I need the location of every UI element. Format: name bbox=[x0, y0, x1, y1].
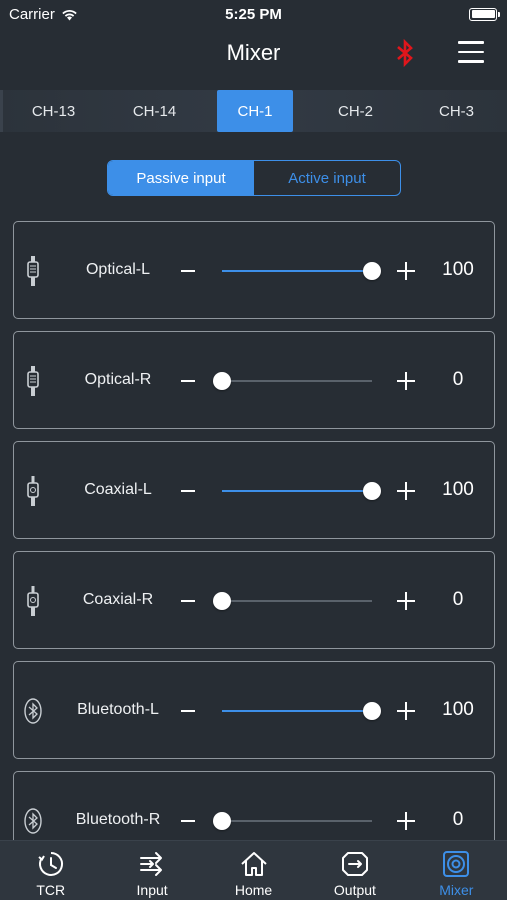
carrier-label: Carrier bbox=[9, 5, 55, 23]
level-value: 0 bbox=[452, 369, 464, 390]
level-slider[interactable] bbox=[222, 380, 372, 382]
channel-tab-ch2[interactable]: CH-2 bbox=[305, 90, 406, 132]
battery-icon bbox=[469, 7, 500, 21]
source-card-optical-r: Optical-R 0 bbox=[13, 331, 495, 429]
passive-input-tab[interactable]: Passive input bbox=[108, 161, 254, 195]
coaxial-plug-icon bbox=[27, 476, 39, 506]
level-value: 0 bbox=[452, 589, 464, 610]
coaxial-plug-icon bbox=[27, 586, 39, 616]
slider-thumb[interactable] bbox=[213, 372, 231, 390]
slider-thumb[interactable] bbox=[213, 592, 231, 610]
increase-button[interactable] bbox=[395, 479, 417, 503]
decrease-button[interactable] bbox=[177, 805, 199, 837]
channel-selector: CH-13 CH-14 CH-1 CH-2 CH-3 bbox=[0, 90, 507, 132]
tab-label: Input bbox=[136, 882, 168, 898]
source-card-bluetooth-l: Bluetooth-L 100 bbox=[13, 661, 495, 759]
input-mode-toggle: Passive input Active input bbox=[107, 160, 401, 196]
decrease-button[interactable] bbox=[177, 365, 199, 397]
status-bar: Carrier 5:25 PM bbox=[0, 0, 507, 28]
channel-tab-ch1[interactable]: CH-1 bbox=[217, 90, 293, 132]
channel-tab-ch14[interactable]: CH-14 bbox=[104, 90, 205, 132]
channel-tab-ch13[interactable]: CH-13 bbox=[3, 90, 104, 132]
tab-tcr[interactable]: TCR bbox=[0, 841, 101, 900]
page-title: Mixer bbox=[226, 40, 281, 65]
bluetooth-icon bbox=[24, 698, 42, 724]
decrease-button[interactable] bbox=[177, 695, 199, 727]
tab-label: Home bbox=[234, 882, 273, 898]
source-card-optical-l: Optical-L 100 bbox=[13, 221, 495, 319]
level-value: 100 bbox=[442, 699, 474, 720]
tab-mixer[interactable]: Mixer bbox=[406, 841, 507, 900]
source-label: Optical-R bbox=[84, 371, 152, 388]
level-value: 100 bbox=[442, 479, 474, 500]
level-slider[interactable] bbox=[222, 490, 372, 492]
tab-home[interactable]: Home bbox=[203, 841, 304, 900]
menu-icon[interactable] bbox=[458, 41, 484, 65]
active-input-tab[interactable]: Active input bbox=[254, 161, 400, 195]
slider-thumb[interactable] bbox=[213, 812, 231, 830]
header: Mixer bbox=[0, 28, 507, 78]
increase-button[interactable] bbox=[395, 369, 417, 393]
increase-button[interactable] bbox=[395, 809, 417, 833]
slider-thumb[interactable] bbox=[363, 482, 381, 500]
source-card-coaxial-r: Coaxial-R 0 bbox=[13, 551, 495, 649]
home-icon bbox=[240, 852, 267, 876]
source-label: Bluetooth-R bbox=[75, 811, 161, 828]
source-label: Bluetooth-L bbox=[77, 701, 159, 718]
level-slider[interactable] bbox=[222, 710, 372, 712]
source-label: Coaxial-R bbox=[82, 591, 154, 608]
level-slider[interactable] bbox=[222, 600, 372, 602]
slider-thumb[interactable] bbox=[363, 262, 381, 280]
slider-thumb[interactable] bbox=[363, 702, 381, 720]
decrease-button[interactable] bbox=[177, 585, 199, 617]
bottom-tab-bar: TCR Input Home Output Mixer bbox=[0, 840, 507, 900]
optical-plug-icon bbox=[27, 256, 39, 286]
bluetooth-icon bbox=[24, 808, 42, 834]
decrease-button[interactable] bbox=[177, 475, 199, 507]
mixer-icon bbox=[443, 851, 470, 877]
increase-button[interactable] bbox=[395, 589, 417, 613]
bluetooth-icon[interactable] bbox=[394, 39, 416, 67]
tab-input[interactable]: Input bbox=[101, 841, 202, 900]
tab-label: Output bbox=[333, 882, 376, 898]
input-arrows-icon bbox=[140, 852, 163, 876]
decrease-button[interactable] bbox=[177, 255, 199, 287]
source-label: Optical-L bbox=[85, 261, 151, 278]
tab-label: Mixer bbox=[439, 882, 474, 898]
source-card-coaxial-l: Coaxial-L 100 bbox=[13, 441, 495, 539]
level-slider[interactable] bbox=[222, 820, 372, 822]
level-value: 100 bbox=[442, 259, 474, 280]
output-icon bbox=[341, 852, 368, 876]
status-left: Carrier bbox=[9, 6, 78, 23]
level-value: 0 bbox=[452, 809, 464, 830]
channel-tab-ch3[interactable]: CH-3 bbox=[406, 90, 507, 132]
increase-button[interactable] bbox=[395, 699, 417, 723]
source-label: Coaxial-L bbox=[84, 481, 152, 498]
clock-icon bbox=[38, 852, 63, 876]
tab-output[interactable]: Output bbox=[304, 841, 405, 900]
increase-button[interactable] bbox=[395, 259, 417, 283]
level-slider[interactable] bbox=[222, 270, 372, 272]
tab-label: TCR bbox=[36, 882, 66, 898]
optical-plug-icon bbox=[27, 366, 39, 396]
wifi-icon bbox=[62, 9, 77, 20]
